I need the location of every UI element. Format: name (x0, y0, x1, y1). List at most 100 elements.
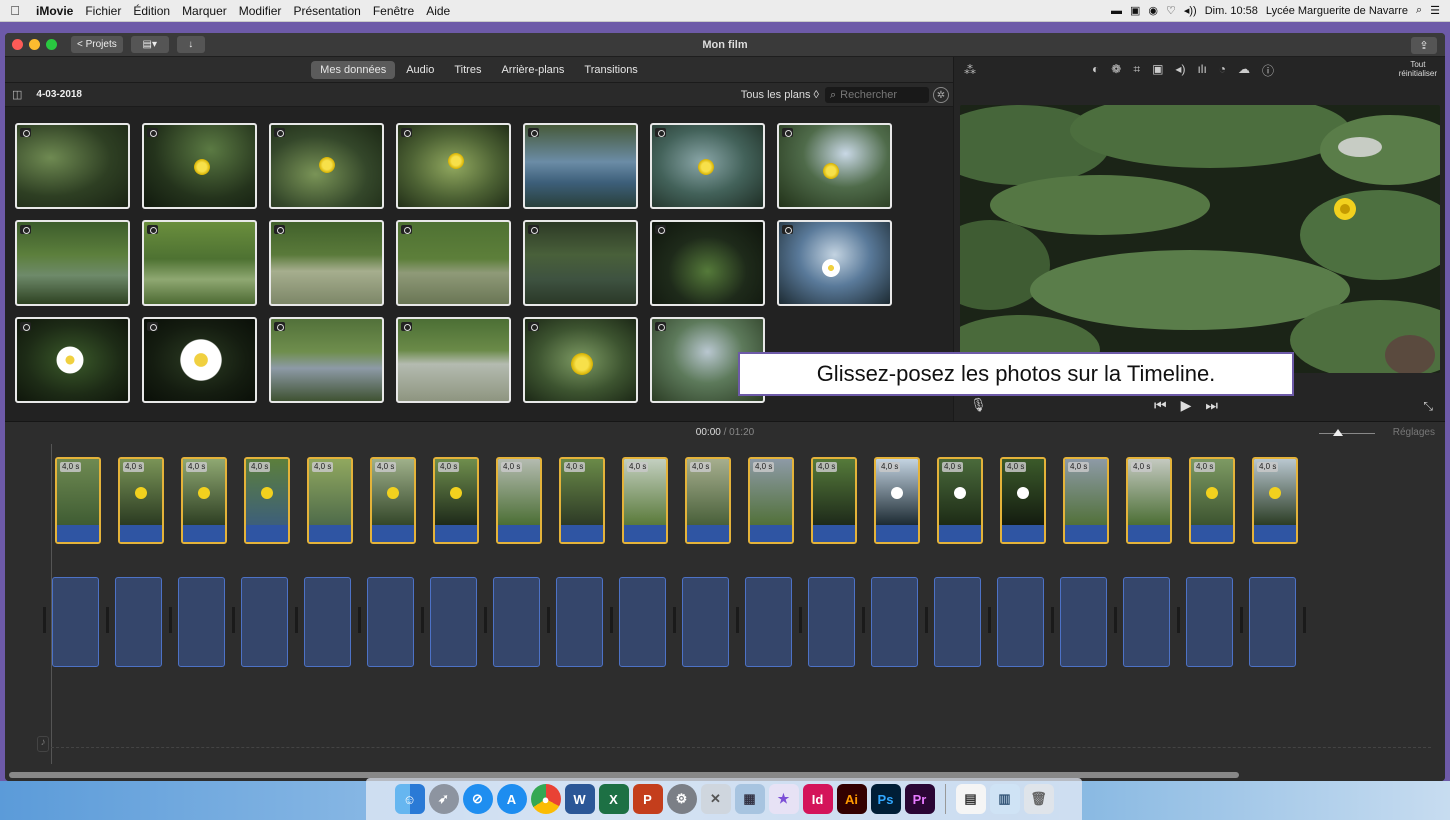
tab-mes-donnees[interactable]: Mes données (311, 60, 396, 79)
timeline-clip[interactable]: 4,0 s (244, 457, 290, 544)
network-icon[interactable]: ▣ (1130, 4, 1140, 17)
transition-handle[interactable] (862, 607, 865, 633)
transition-block[interactable] (367, 577, 414, 667)
finder-icon[interactable]: ☺ (394, 784, 425, 814)
excel-icon[interactable]: X (598, 784, 629, 814)
creative-cloud-icon[interactable]: ◉ (1148, 4, 1158, 17)
timeline-clip[interactable]: 4,0 s (874, 457, 920, 544)
timeline-clip[interactable]: 4,0 s (370, 457, 416, 544)
transition-handle[interactable] (43, 607, 46, 633)
clip-filter-icon[interactable]: ☁ (1238, 62, 1250, 79)
transition-handle[interactable] (799, 607, 802, 633)
transition-block[interactable] (619, 577, 666, 667)
timeline-clip[interactable]: 4,0 s (1063, 457, 1109, 544)
word-icon[interactable]: W (564, 784, 595, 814)
photo-thumbnail[interactable] (269, 123, 384, 209)
tab-transitions[interactable]: Transitions (575, 61, 646, 79)
color-balance-icon[interactable]: ◐ (1092, 62, 1099, 79)
display-icon[interactable]: ▬ (1111, 5, 1122, 17)
transition-handle[interactable] (925, 607, 928, 633)
import-icon[interactable]: ↓ (176, 36, 205, 53)
zoom-button[interactable] (46, 39, 57, 50)
noise-reduction-icon[interactable]: ılı (1197, 62, 1206, 79)
reset-all-button[interactable]: Tout réinitialiser (1399, 60, 1437, 78)
stabilization-icon[interactable]: ▣ (1152, 62, 1163, 79)
spotlight-icon[interactable]: ⌕ (1416, 4, 1422, 17)
timeline-clip[interactable]: 4,0 s (748, 457, 794, 544)
timeline-clip[interactable]: 4,0 s (811, 457, 857, 544)
timeline-clip[interactable]: 4,0 s (1252, 457, 1298, 544)
transition-handle[interactable] (358, 607, 361, 633)
photoshop-icon[interactable]: Ps (870, 784, 901, 814)
downloads-icon[interactable]: ▥ (989, 784, 1020, 814)
menu-edition[interactable]: Édition (127, 4, 176, 18)
transition-handle[interactable] (169, 607, 172, 633)
menu-modifier[interactable]: Modifier (233, 4, 288, 18)
play-icon[interactable]: ▶ (1181, 397, 1192, 414)
gear-icon[interactable]: ✲ (933, 87, 949, 103)
clock[interactable]: Dim. 10:58 (1205, 5, 1258, 17)
timeline-clip[interactable]: 4,0 s (118, 457, 164, 544)
photo-thumbnail[interactable] (523, 317, 638, 403)
zoom-slider[interactable] (1319, 429, 1375, 436)
timeline-clip[interactable]: 4,0 s (307, 457, 353, 544)
transition-block[interactable] (304, 577, 351, 667)
imovie-icon[interactable]: ★ (768, 784, 799, 814)
transition-block[interactable] (1249, 577, 1296, 667)
zoom-slider-knob[interactable] (1333, 429, 1343, 436)
photos-icon[interactable]: ▦ (734, 784, 765, 814)
appstore-icon[interactable]: A (496, 784, 527, 814)
photo-thumbnail[interactable] (650, 123, 765, 209)
transition-handle[interactable] (988, 607, 991, 633)
menu-presentation[interactable]: Présentation (287, 4, 366, 18)
sidebar-toggle-icon[interactable]: ◫ (12, 88, 22, 101)
wifi-icon[interactable]: ♡ (1166, 4, 1176, 17)
transition-handle[interactable] (1114, 607, 1117, 633)
photo-thumbnail[interactable] (396, 220, 511, 306)
menu-app-name[interactable]: iMovie (30, 4, 79, 18)
transition-block[interactable] (178, 577, 225, 667)
transition-block[interactable] (493, 577, 540, 667)
projects-button[interactable]: < Projets (71, 36, 123, 53)
library-toggle-icon[interactable]: ▤▾ (130, 36, 169, 53)
transition-block[interactable] (682, 577, 729, 667)
timeline-clip[interactable]: 4,0 s (433, 457, 479, 544)
share-icon[interactable]: ⇪ (1411, 37, 1437, 54)
transition-block[interactable] (1123, 577, 1170, 667)
clip-filter-select[interactable]: Tous les plans ◊ (741, 89, 819, 101)
premiere-icon[interactable]: Pr (904, 784, 935, 814)
photo-thumbnail[interactable] (523, 123, 638, 209)
photo-thumbnail[interactable] (15, 123, 130, 209)
voiceover-icon[interactable]: 🎙︎ (970, 397, 987, 413)
transition-block[interactable] (115, 577, 162, 667)
timeline-clip[interactable]: 4,0 s (685, 457, 731, 544)
timeline-clip[interactable]: 4,0 s (55, 457, 101, 544)
photo-thumbnail[interactable] (15, 317, 130, 403)
speed-icon[interactable]: ◔ (1219, 62, 1226, 79)
transition-block[interactable] (430, 577, 477, 667)
timeline-clip[interactable]: 4,0 s (937, 457, 983, 544)
magic-wand-icon[interactable]: ⁂ (964, 63, 976, 77)
transition-block[interactable] (1186, 577, 1233, 667)
launchpad-icon[interactable]: ➶ (428, 784, 459, 814)
photo-thumbnail[interactable] (396, 317, 511, 403)
photo-thumbnail[interactable] (777, 220, 892, 306)
transition-handle[interactable] (1177, 607, 1180, 633)
transition-handle[interactable] (547, 607, 550, 633)
transition-handle[interactable] (106, 607, 109, 633)
transition-handle[interactable] (1303, 607, 1306, 633)
photo-thumbnail[interactable] (650, 220, 765, 306)
transition-handle[interactable] (736, 607, 739, 633)
minimize-button[interactable] (29, 39, 40, 50)
next-icon[interactable]: ⏭︎ (1205, 397, 1218, 414)
transition-handle[interactable] (421, 607, 424, 633)
previous-icon[interactable]: ⏮︎ (1154, 397, 1167, 414)
fullscreen-icon[interactable]: ⤡ (1423, 399, 1433, 414)
crop-icon[interactable]: ⌗ (1133, 62, 1140, 79)
transition-block[interactable] (52, 577, 99, 667)
transition-handle[interactable] (295, 607, 298, 633)
transition-block[interactable] (808, 577, 855, 667)
photo-thumbnail[interactable] (142, 317, 257, 403)
transition-block[interactable] (1060, 577, 1107, 667)
search-input[interactable]: ⌕ Rechercher (825, 87, 929, 103)
